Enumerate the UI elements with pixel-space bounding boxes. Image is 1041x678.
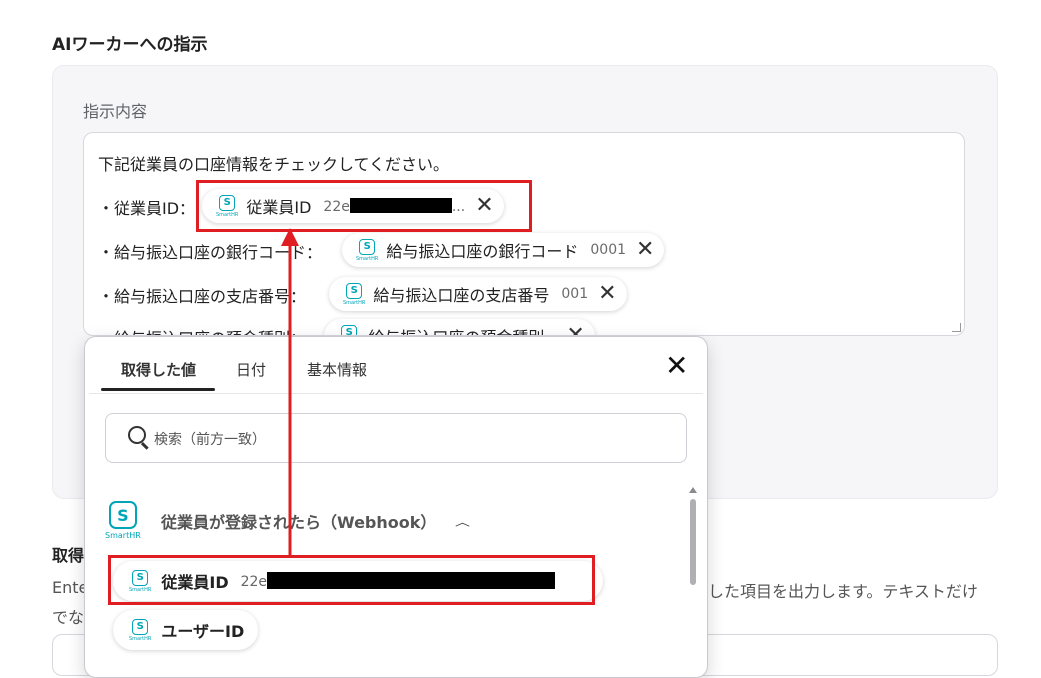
scroll-up-arrow[interactable] bbox=[689, 487, 697, 493]
field-label: 指示内容 bbox=[83, 102, 148, 121]
smarthr-logo-icon: SSmartHR bbox=[129, 618, 151, 642]
chip-value: 0001 bbox=[590, 242, 627, 258]
remove-chip-icon[interactable]: ✕ bbox=[636, 239, 654, 261]
chip-label: 給与振込口座の支店番号 bbox=[373, 286, 550, 305]
variable-picker-popup: 取得した値 日付 基本情報 ✕ 検索（前方一致） S SmartHR 従業員が登録… bbox=[84, 336, 708, 678]
remove-chip-icon[interactable]: ✕ bbox=[566, 325, 584, 336]
list-item-user-id[interactable]: S SmartHR ユーザーID bbox=[113, 610, 259, 650]
highlight-arrow bbox=[281, 228, 299, 556]
search-icon bbox=[128, 426, 146, 444]
search-input[interactable]: 検索（前方一致） bbox=[105, 413, 687, 463]
smarthr-logo-icon: SSmartHR bbox=[105, 501, 141, 540]
variable-chip-bank-code[interactable]: S SmartHR 給与振込口座の銀行コード 0001 ✕ bbox=[342, 233, 665, 267]
variable-chip-branch-number[interactable]: S SmartHR 給与振込口座の支店番号 001 ✕ bbox=[329, 277, 627, 311]
highlight-box-list-item bbox=[108, 555, 595, 605]
search-placeholder: 検索（前方一致） bbox=[154, 432, 266, 448]
chip-value: 001 bbox=[561, 286, 589, 302]
chip-label: 給与振込口座の銀行コード bbox=[386, 242, 579, 261]
tab-date[interactable]: 日付 bbox=[236, 359, 266, 380]
active-tab-indicator bbox=[101, 388, 215, 391]
smarthr-logo-icon: SSmartHR bbox=[356, 238, 378, 262]
tab-basic-info[interactable]: 基本情報 bbox=[307, 359, 367, 380]
editor-line-4: ・給与振込口座の支店番号： bbox=[98, 287, 307, 306]
resize-handle[interactable] bbox=[952, 323, 961, 332]
section-title: AIワーカーへの指示 bbox=[52, 35, 208, 55]
close-icon[interactable]: ✕ bbox=[665, 352, 688, 380]
chip-label: 給与振込口座の預金種別 bbox=[368, 324, 544, 335]
chevron-up-icon[interactable]: ︿ bbox=[455, 514, 470, 529]
smarthr-logo-icon: SSmartHR bbox=[338, 324, 360, 335]
tab-acquired-values[interactable]: 取得した値 bbox=[121, 359, 196, 380]
editor-line-5: ・給与振込口座の預金種別： bbox=[98, 325, 306, 335]
instruction-editor[interactable]: 下記従業員の口座情報をチェックしてください。 ・従業員ID： ・給与振込口座の銀… bbox=[83, 132, 965, 336]
output-description-tail: した項目を出力します。テキストだけ bbox=[708, 582, 978, 601]
variable-chip-account-type[interactable]: SSmartHR 給与振込口座の預金種別 ✕ bbox=[324, 319, 595, 336]
scrollbar[interactable] bbox=[690, 499, 696, 585]
output-description: Ente bbox=[52, 578, 89, 597]
editor-line-2: ・従業員ID： bbox=[98, 199, 196, 218]
highlight-box-chip bbox=[196, 180, 532, 232]
item-label: ユーザーID bbox=[161, 622, 245, 641]
tab-divider bbox=[89, 393, 703, 394]
output-section-title: 取得 bbox=[52, 546, 85, 565]
remove-chip-icon[interactable]: ✕ bbox=[598, 283, 616, 305]
output-description-line-2: でな bbox=[52, 608, 85, 627]
smarthr-logo-icon: SSmartHR bbox=[343, 282, 365, 306]
editor-line-1: 下記従業員の口座情報をチェックしてください。 bbox=[98, 155, 450, 174]
